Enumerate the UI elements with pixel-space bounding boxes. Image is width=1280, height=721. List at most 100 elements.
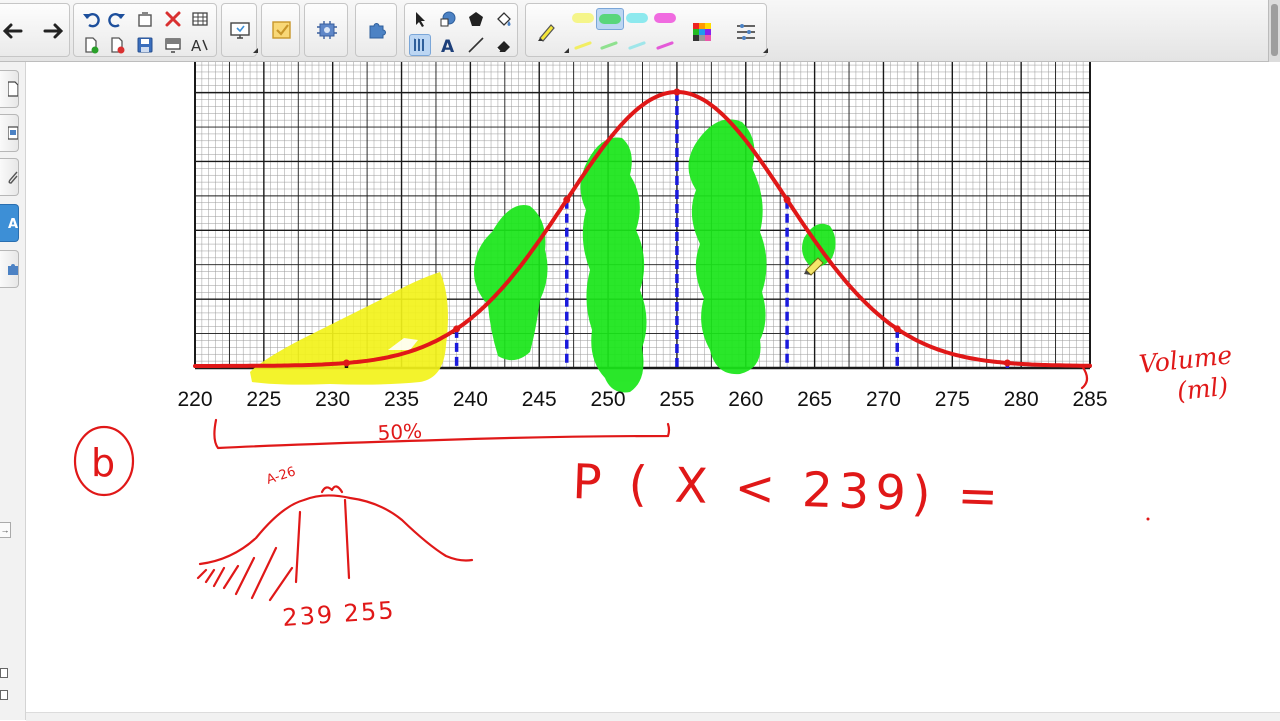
add-ons-tab[interactable] xyxy=(0,250,19,288)
sketch-cut-line xyxy=(294,510,302,584)
tools-group: A xyxy=(404,3,518,57)
svg-text:A: A xyxy=(191,37,202,54)
main-toolbar: A A xyxy=(0,0,1280,62)
yellow-highlight-region xyxy=(250,272,448,385)
x-tick-label: 260 xyxy=(728,388,763,411)
redo-icon[interactable] xyxy=(106,8,128,30)
response-group xyxy=(261,3,300,57)
eraser-icon[interactable] xyxy=(493,34,515,56)
magenta-line-swatch[interactable] xyxy=(656,41,674,50)
svg-text:A: A xyxy=(441,37,455,54)
table-icon[interactable] xyxy=(189,8,211,30)
curve-dot xyxy=(563,196,571,204)
puzzle-icon xyxy=(8,264,18,275)
line-tool-icon[interactable] xyxy=(465,34,487,56)
side-tab-bar: A → xyxy=(0,62,26,720)
fifty-percent-bracket xyxy=(213,418,671,450)
save-icon[interactable] xyxy=(134,34,156,56)
cyan-line-swatch[interactable] xyxy=(628,41,646,50)
attachments-tab[interactable] xyxy=(0,158,19,196)
display-icon[interactable] xyxy=(228,18,252,42)
fill-bucket-icon[interactable] xyxy=(493,8,515,30)
x-tick-label: 270 xyxy=(866,388,901,411)
svg-text:A: A xyxy=(8,217,18,231)
paperclip-icon xyxy=(8,171,18,184)
color-palette-icon[interactable] xyxy=(690,20,714,44)
page-sorter-tab[interactable] xyxy=(0,70,19,108)
x-tick-label: 255 xyxy=(659,388,694,411)
axis-label-unit: (ml) xyxy=(1176,372,1230,406)
sketch-small-note: A-26 xyxy=(265,464,298,487)
x-tick-label: 220 xyxy=(177,388,212,411)
properties-icon[interactable] xyxy=(734,20,758,44)
clear-page-icon[interactable] xyxy=(134,8,156,30)
green-blob-1 xyxy=(473,205,548,361)
select-arrow-icon[interactable] xyxy=(409,8,431,30)
green-highlight-swatch-selected[interactable] xyxy=(596,8,624,30)
document-camera-group xyxy=(304,3,348,57)
delete-icon[interactable] xyxy=(162,8,184,30)
toolbar-scrollbar[interactable] xyxy=(1268,0,1280,62)
response-icon[interactable] xyxy=(270,18,294,42)
side-handle-arrow-icon[interactable]: → xyxy=(0,522,11,538)
curve-dot xyxy=(453,325,461,333)
sketch-mean-line xyxy=(343,498,351,580)
green-line-swatch[interactable] xyxy=(600,41,618,50)
gallery-tab[interactable] xyxy=(0,114,19,152)
delete-page-icon[interactable] xyxy=(106,34,128,56)
magenta-highlight-swatch[interactable] xyxy=(654,13,676,23)
document-camera-icon[interactable] xyxy=(315,18,339,42)
pen-select-icon[interactable] xyxy=(409,34,431,56)
side-small-page-icon-2 xyxy=(0,690,8,700)
curve-dot xyxy=(783,196,791,204)
page-sorter-icon xyxy=(8,81,18,97)
new-page-icon[interactable] xyxy=(80,34,102,56)
x-tick-label: 230 xyxy=(315,388,350,411)
shapes-icon[interactable] xyxy=(437,8,459,30)
sketch-hatching xyxy=(196,546,294,602)
x-tick-label: 285 xyxy=(1072,388,1107,411)
x-tick-label: 225 xyxy=(246,388,281,411)
undo-icon[interactable] xyxy=(80,8,102,30)
x-tick-label: 280 xyxy=(1004,388,1039,411)
pen-dropdown-icon[interactable] xyxy=(559,48,569,53)
text-recognition-icon[interactable]: A xyxy=(189,34,211,56)
sketch-peak-mark xyxy=(320,485,344,494)
whiteboard-canvas[interactable]: 220 225 230 235 240 245 250 255 260 265 270 275 280 2… xyxy=(26,62,1280,712)
x-tick-label: 245 xyxy=(522,388,557,411)
sketch-labels: 239 255 xyxy=(281,596,396,632)
yellow-highlight-swatch[interactable] xyxy=(572,13,594,23)
x-tick-label: 265 xyxy=(797,388,832,411)
pen-styles-group xyxy=(525,3,768,57)
curve-dot xyxy=(342,359,350,367)
screen-shade-icon[interactable] xyxy=(162,34,184,56)
properties-dropdown-icon[interactable] xyxy=(758,48,768,53)
side-small-page-icon xyxy=(0,668,8,678)
yellow-line-swatch[interactable] xyxy=(574,41,592,50)
green-blob-3 xyxy=(688,119,767,375)
curve-dot xyxy=(673,88,681,96)
regular-polygon-icon[interactable] xyxy=(465,8,487,30)
properties-text-icon: A xyxy=(8,217,18,231)
x-tick-label: 250 xyxy=(591,388,626,411)
gallery-icon xyxy=(8,126,18,140)
curve-dot xyxy=(893,325,901,333)
back-arrow-icon[interactable] xyxy=(0,19,25,43)
x-tick-label: 235 xyxy=(384,388,419,411)
properties-tab[interactable]: A xyxy=(0,204,19,242)
cyan-highlight-swatch[interactable] xyxy=(626,13,648,23)
percent-note: 50% xyxy=(377,419,423,445)
curve-dot xyxy=(1003,359,1011,367)
toolbar-scrollbar-thumb[interactable] xyxy=(1271,4,1278,56)
small-normal-sketch: A-26 239 255 xyxy=(196,464,474,632)
add-ons-puzzle-icon[interactable] xyxy=(365,18,389,42)
text-tool-icon[interactable]: A xyxy=(437,34,459,56)
addons-group xyxy=(355,3,397,57)
x-tick-label: 240 xyxy=(453,388,488,411)
forward-arrow-icon[interactable] xyxy=(41,19,67,43)
display-dropdown-icon[interactable] xyxy=(248,48,258,53)
normal-distribution-graph: 220 225 230 235 240 245 250 255 260 265 270 275 280 2… xyxy=(73,62,1234,632)
highlighter-pen-icon[interactable] xyxy=(534,18,558,44)
x-axis-tick-labels: 220 225 230 235 240 245 250 255 260 265 270 275 280 2… xyxy=(177,388,1107,411)
sketch-curve xyxy=(198,494,474,566)
